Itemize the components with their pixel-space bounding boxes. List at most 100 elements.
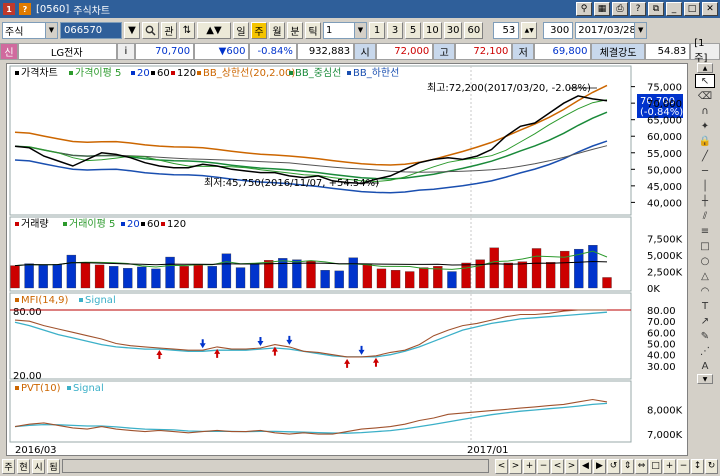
period-month[interactable]: 월 <box>269 21 285 39</box>
status-tool-3[interactable]: − <box>537 458 550 474</box>
status-tool-10[interactable]: ⇔ <box>635 458 648 474</box>
interval-select[interactable]: 1 ▼ <box>323 21 367 39</box>
quote-bar: 신 LG전자 i 70,700 ▼600 -0.84% 932,883 시 72… <box>0 38 720 64</box>
pen-icon[interactable]: ✎ <box>695 329 715 343</box>
period-minute[interactable]: 분 <box>287 21 303 39</box>
count-total-input[interactable]: 300 <box>543 21 574 39</box>
status-tool-1[interactable]: > <box>509 458 522 474</box>
stock-code-input[interactable]: 066570 <box>60 21 122 39</box>
status-tool-13[interactable]: − <box>677 458 690 474</box>
kwan-button[interactable]: 관 <box>161 21 177 39</box>
text-icon[interactable]: T <box>695 299 715 313</box>
mfi-line <box>14 309 607 358</box>
help-button[interactable]: ? <box>630 2 646 16</box>
count-input[interactable]: 53 <box>493 21 520 39</box>
status-btn-time[interactable]: 시 <box>32 458 45 474</box>
table-icon[interactable]: ▦ <box>594 2 610 16</box>
chart-window: 1 ? [0560] 주식차트 ⚲ ▦ ⎙ ? ⧉ _ □ ✕ 주식 ▼ 066… <box>0 0 720 476</box>
volume-bar <box>334 270 344 289</box>
magnet-icon[interactable]: ∩ <box>695 104 715 118</box>
status-tool-15[interactable]: ↻ <box>705 458 718 474</box>
mfi-tick-label: 80.00 <box>647 306 676 317</box>
trend-line-icon[interactable]: ╱ <box>695 149 715 163</box>
info-button[interactable]: i <box>116 42 135 60</box>
auto-icon[interactable]: A <box>695 359 715 373</box>
legend-marker <box>197 71 201 75</box>
period-day[interactable]: 일 <box>233 21 249 39</box>
status-tool-14[interactable]: ↕ <box>691 458 704 474</box>
rect-icon[interactable]: □ <box>695 239 715 253</box>
scroll-down-icon[interactable]: ▼ <box>697 374 713 384</box>
status-btn-current[interactable]: 현 <box>17 458 30 474</box>
maximize-icon[interactable]: □ <box>684 2 700 16</box>
channel-icon[interactable]: ⫽ <box>695 209 715 223</box>
interval-5[interactable]: 5 <box>405 21 421 39</box>
period-tick[interactable]: 틱 <box>305 21 321 39</box>
interval-30[interactable]: 30 <box>443 21 463 39</box>
gann-icon[interactable]: ⋰ <box>695 344 715 358</box>
horizontal-scrollbar[interactable] <box>62 459 489 473</box>
period-week[interactable]: 주 <box>251 21 267 39</box>
chevron-down-icon[interactable]: ▼ <box>354 22 366 38</box>
pvt-y-axis: 8,000K 7,000K <box>647 405 683 441</box>
help-icon[interactable]: ? <box>19 3 31 15</box>
vertical-line-icon[interactable]: │ <box>695 179 715 193</box>
legend-bb-upper: BB_상한선(20,2.00) <box>203 67 295 79</box>
interval-1[interactable]: 1 <box>369 21 385 39</box>
legend-marker <box>131 71 135 75</box>
horizontal-line-icon[interactable]: ─ <box>695 164 715 178</box>
price-change: ▼600 <box>194 42 250 60</box>
status-tool-7[interactable]: ▶ <box>593 458 606 474</box>
volume-bar <box>221 253 232 289</box>
close-icon[interactable]: ✕ <box>702 2 718 16</box>
legend-marker <box>67 386 71 390</box>
spin-icon[interactable]: ▲▼ <box>197 21 231 39</box>
ellipse-icon[interactable]: ○ <box>695 254 715 268</box>
eraser-icon[interactable]: ⌫ <box>695 89 715 103</box>
legend-marker <box>15 298 19 302</box>
status-tool-11[interactable]: □ <box>649 458 662 474</box>
legend-mfi: MFI(14,9) <box>21 295 68 306</box>
minimize-icon[interactable]: _ <box>666 2 682 16</box>
chart-svg[interactable]: 가격차트 가격이평 5 20 60 120 BB_상한선(20,2.00) BB… <box>7 64 687 456</box>
chevron-down-icon[interactable]: ▼ <box>634 22 647 38</box>
status-tool-8[interactable]: ↺ <box>607 458 620 474</box>
chart-area[interactable]: 가격차트 가격이평 5 20 60 120 BB_상한선(20,2.00) BB… <box>6 63 688 456</box>
status-tool-4[interactable]: < <box>551 458 564 474</box>
volume-tick-label: 5,000K <box>647 251 683 262</box>
interval-10[interactable]: 10 <box>423 21 442 39</box>
date-value: 2017/03/28 <box>578 24 636 36</box>
link-icon[interactable]: ⚲ <box>576 2 592 16</box>
scroll-up-icon[interactable]: ▲ <box>697 63 713 73</box>
status-tool-0[interactable]: < <box>495 458 508 474</box>
market-select[interactable]: 주식 ▼ <box>2 21 58 39</box>
date-select[interactable]: 2017/03/28 ▼ <box>575 21 648 39</box>
status-tool-12[interactable]: + <box>663 458 676 474</box>
status-tool-9[interactable]: ⇕ <box>621 458 634 474</box>
restore-icon[interactable]: ⧉ <box>648 2 664 16</box>
interval-3[interactable]: 3 <box>387 21 403 39</box>
chevron-down-icon[interactable]: ▼ <box>45 22 57 38</box>
fibonacci-icon[interactable]: ≡ <box>695 224 715 238</box>
interval-60[interactable]: 60 <box>464 21 484 39</box>
cross-line-icon[interactable]: ┼ <box>695 194 715 208</box>
triangle-icon[interactable]: △ <box>695 269 715 283</box>
print-icon[interactable]: ⎙ <box>612 2 628 16</box>
search-icon[interactable] <box>142 21 159 39</box>
status-tool-2[interactable]: + <box>523 458 536 474</box>
status-btn-week[interactable]: 주 <box>2 458 15 474</box>
legend-marker <box>347 71 351 75</box>
lock-icon[interactable]: 🔒 <box>695 134 715 148</box>
status-tool-5[interactable]: > <box>565 458 578 474</box>
chevron-down-icon[interactable]: ▼ <box>124 21 140 39</box>
status-btn-done[interactable]: 됨 <box>47 458 60 474</box>
unit-button[interactable]: [1주] <box>690 38 720 64</box>
volume-tick-label: 2,500K <box>647 268 683 279</box>
star-icon[interactable]: ✦ <box>695 119 715 133</box>
sort-icon[interactable]: ⇅ <box>179 21 195 39</box>
arc-icon[interactable]: ◠ <box>695 284 715 298</box>
count-spin-icon[interactable]: ▲▼ <box>521 21 538 39</box>
cursor-icon[interactable]: ↖ <box>695 74 715 88</box>
arrow-icon[interactable]: ↗ <box>695 314 715 328</box>
status-tool-6[interactable]: ◀ <box>579 458 592 474</box>
